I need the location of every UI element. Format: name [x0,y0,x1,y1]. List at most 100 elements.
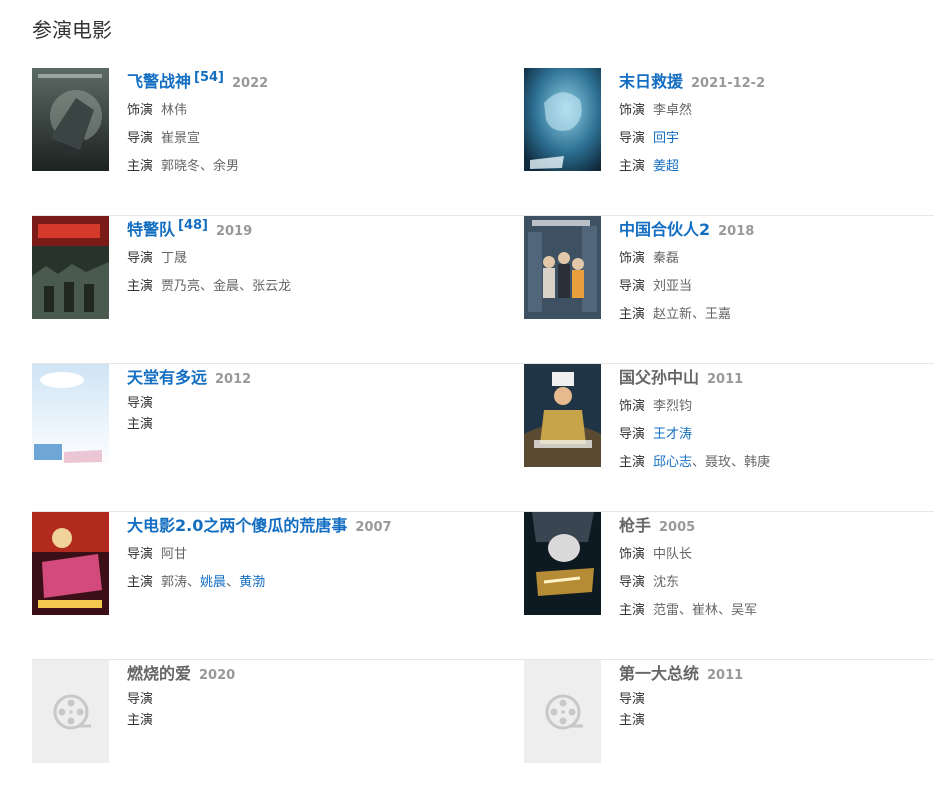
film-year: 2021-12-2 [691,76,766,91]
role-label: 饰演 [619,103,646,118]
film-director-line: 导演 沈东 [619,569,934,597]
film-row: 飞警战神 [54] 2022 饰演 林伟 导演 崔景宣 主演 郭晓冬、余男 末日救援 202… [32,68,934,216]
film-director-line: 导演 阿甘 [127,541,447,569]
film-reel-icon [524,660,601,763]
cast-member: 崔林 [692,603,719,618]
film-poster[interactable] [32,68,109,171]
starring-label: 主演 [619,603,646,618]
director-link[interactable]: 回宇 [653,131,679,146]
film-year: 2020 [199,668,236,683]
film-title-link[interactable]: 大电影2.0之两个傻瓜的荒唐事 [127,516,347,535]
film-title-link[interactable]: 天堂有多远 [127,368,207,387]
film-info: 国父孙中山 2011 饰演 李烈钧 导演 王才涛 主演 邱心志、聂玫、韩庚 [619,364,934,477]
film-cast-line: 主演 [619,710,934,731]
film-title-link[interactable]: 特警队 [127,220,175,239]
film-info: 大电影2.0之两个傻瓜的荒唐事 2007 导演 阿甘 主演 郭涛、姚晨、黄渤 [127,512,447,597]
film-director-line: 导演 丁晟 [127,245,447,273]
role-name: 中队长 [653,547,693,562]
film-cast-line: 主演 赵立新、王嘉 [619,307,732,322]
role-name: 秦磊 [653,251,680,266]
film-role-line: 饰演 秦磊 [619,245,934,273]
cast-member: 韩庚 [744,455,771,470]
director-label: 导演 [127,396,154,411]
film-title-link[interactable]: 末日救援 [619,72,683,91]
film-title: 燃烧的爱 [127,664,192,683]
film-year: 2011 [707,668,744,683]
cast-member-link[interactable]: 姜超 [653,159,679,174]
director-name: 阿甘 [161,547,188,562]
film-info: 天堂有多远 2012 导演 主演 [127,364,447,435]
film-title: 枪手 [619,516,652,535]
film-role-line: 饰演 中队长 [619,541,934,569]
film-info: 末日救援 2021-12-2 饰演 李卓然 导演 回宇 主演 姜超 [619,68,934,181]
film-year: 2005 [659,520,696,535]
cast-member-link[interactable]: 黄渤 [239,575,265,590]
film-row: 天堂有多远 2012 导演 主演 国父孙中山 2011 饰演 李烈钧 导演 王才… [32,364,934,512]
film-year: 2012 [215,372,252,387]
starring-label: 主演 [127,713,154,728]
director-name: 崔景宣 [161,131,201,146]
director-label: 导演 [127,547,154,562]
film-title-link[interactable]: 中国合伙人2 [619,220,710,239]
film-info: 中国合伙人2 2018 饰演 秦磊 导演 刘亚当 主演 赵立新、王嘉 [619,216,934,329]
film-director-line: 导演 [127,393,447,414]
starring-label: 主演 [619,159,646,174]
film-poster[interactable] [524,68,601,171]
film-poster[interactable] [32,364,109,467]
film-title: 第一大总统 [619,664,700,683]
reference-link[interactable]: [48] [178,218,208,233]
reference-link[interactable]: [54] [194,70,224,85]
cast-member: 张云龙 [252,279,292,294]
role-name: 李卓然 [653,103,693,118]
cast-member: 范雷 [653,603,680,618]
role-name: 林伟 [161,103,188,118]
cast-member: 郭晓冬 [161,159,201,174]
starring-label: 主演 [127,159,154,174]
film-info: 燃烧的爱 2020 导演 主演 [127,660,447,731]
film-cast-line: 主演 [127,414,447,435]
film-poster[interactable] [524,364,601,467]
director-link[interactable]: 王才涛 [653,427,692,442]
film-director-line: 导演 王才涛 [619,421,934,449]
film-year: 2019 [216,224,253,239]
film-info: 第一大总统 2011 导演 主演 [619,660,934,731]
film-cast-line: 主演 范雷、崔林、吴军 [619,603,758,618]
film-title: 国父孙中山 [619,368,700,387]
film-role-line: 饰演 李烈钧 [619,393,934,421]
section-title: 参演电影 [32,18,112,42]
film-poster[interactable] [32,216,109,319]
film-row: 大电影2.0之两个傻瓜的荒唐事 2007 导演 阿甘 主演 郭涛、姚晨、黄渤 枪手 20… [32,512,934,660]
film-cast-line: 主演 姜超 [619,153,934,181]
film-year: 2018 [718,224,755,239]
director-label: 导演 [619,427,646,442]
film-director-line: 导演 [127,689,447,710]
film-poster[interactable] [524,512,601,615]
role-label: 饰演 [619,399,646,414]
director-label: 导演 [619,692,646,707]
director-label: 导演 [619,575,646,590]
film-director-line: 导演 [619,689,934,710]
film-year: 2022 [232,76,269,91]
role-label: 饰演 [127,103,154,118]
film-row: 特警队 [48] 2019 导演 丁晟 主演 贾乃亮、金晨、张云龙 中国合伙人2… [32,216,934,364]
director-label: 导演 [127,251,154,266]
film-cast-line: 主演 贾乃亮、金晨、张云龙 [127,279,292,294]
film-director-line: 导演 回宇 [619,125,934,153]
film-title-link[interactable]: 飞警战神 [127,72,191,91]
film-poster[interactable] [524,216,601,319]
cast-member: 王嘉 [705,307,732,322]
film-cast-line: 主演 郭晓冬、余男 [127,159,240,174]
starring-label: 主演 [127,279,154,294]
film-poster[interactable] [32,512,109,615]
film-cast-line: 主演 邱心志、聂玫、韩庚 [619,455,771,470]
film-info: 飞警战神 [54] 2022 饰演 林伟 导演 崔景宣 主演 郭晓冬、余男 [127,68,447,181]
starring-label: 主演 [619,713,646,728]
director-name: 丁晟 [161,251,188,266]
cast-member: 郭涛 [161,575,188,590]
director-label: 导演 [619,279,646,294]
cast-member: 贾乃亮 [161,279,201,294]
cast-member-link[interactable]: 邱心志 [653,455,692,470]
role-label: 饰演 [619,547,646,562]
starring-label: 主演 [619,307,646,322]
cast-member-link[interactable]: 姚晨 [200,575,226,590]
